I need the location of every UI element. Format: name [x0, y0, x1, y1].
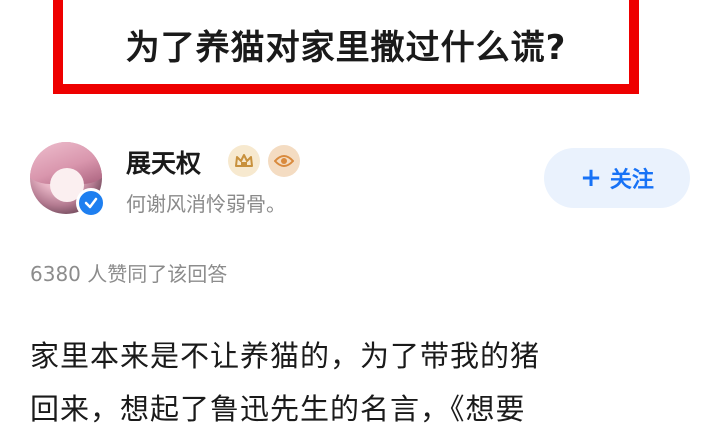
author-bio: 何谢风消怜弱骨。: [126, 192, 286, 216]
likes-count: 6380 人赞同了该回答: [30, 262, 228, 286]
crown-badge-icon[interactable]: [228, 145, 260, 177]
follow-button[interactable]: + 关注: [544, 148, 690, 208]
eye-badge-icon[interactable]: [268, 145, 300, 177]
plus-icon: +: [580, 163, 602, 193]
author-info: 展天权 何谢风消怜弱骨。 + 关注: [30, 140, 700, 230]
answer-line: 家里本来是不让养猫的，为了带我的猪: [30, 339, 541, 373]
question-title-frame: 为了养猫对家里撒过什么谎?: [53, 0, 639, 94]
question-title[interactable]: 为了养猫对家里撒过什么谎?: [126, 20, 567, 69]
author-name[interactable]: 展天权: [126, 144, 201, 180]
verified-icon: [76, 188, 106, 218]
answer-line: 回来，想起了鲁迅先生的名言，《想要: [30, 392, 526, 426]
answer-body: 家里本来是不让养猫的，为了带我的猪 回来，想起了鲁迅先生的名言，《想要: [30, 330, 710, 436]
follow-label: 关注: [609, 168, 654, 193]
